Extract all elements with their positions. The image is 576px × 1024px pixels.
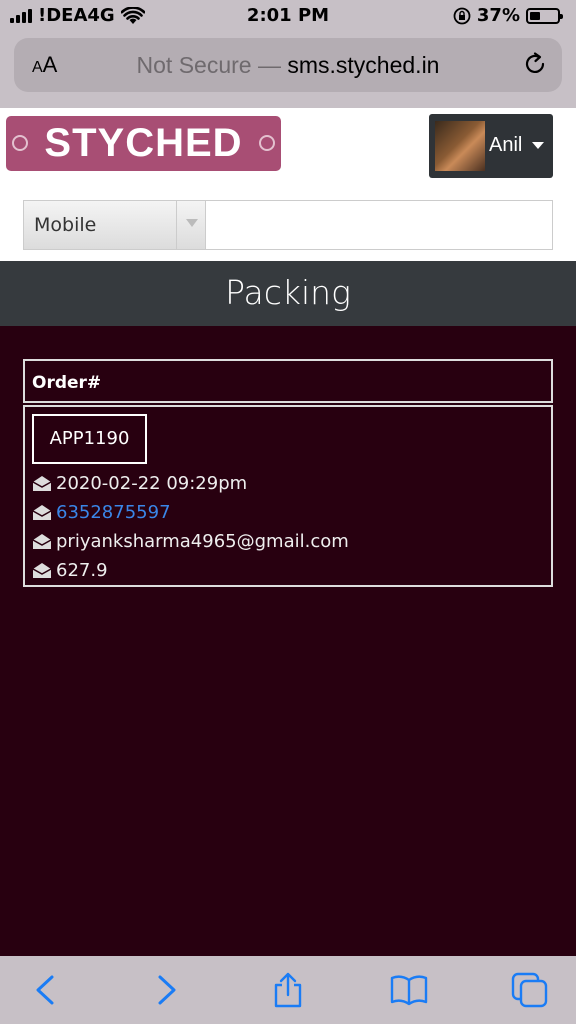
caret-down-icon — [532, 142, 544, 149]
url-host: sms.styched.in — [287, 52, 440, 78]
order-amount-row: 627.9 — [32, 560, 108, 581]
rotation-lock-icon — [453, 7, 471, 24]
battery-percent: 37% — [476, 5, 520, 26]
orders-table: Order# APP1190 2020-02-22 09:29pm 635287… — [23, 359, 553, 587]
site-header: STYCHED Anil Mobile — [0, 108, 576, 261]
page-title-bar: Packing — [0, 261, 576, 326]
back-icon[interactable] — [26, 972, 66, 1008]
not-secure-label: Not Secure — — [136, 52, 281, 78]
browser-toolbar — [0, 956, 576, 1024]
order-phone-row: 6352875597 — [32, 502, 171, 523]
search-bar: Mobile — [23, 200, 553, 250]
envelope-open-icon — [32, 505, 52, 520]
page-title: Packing — [225, 273, 351, 312]
bookmarks-icon[interactable] — [389, 972, 429, 1008]
status-right: 37% — [453, 5, 563, 26]
tabs-icon[interactable] — [510, 972, 550, 1008]
user-name: Anil — [489, 134, 523, 156]
order-id-button[interactable]: APP1190 — [32, 414, 147, 464]
order-amount: 627.9 — [56, 560, 108, 581]
table-header: Order# — [23, 359, 553, 403]
envelope-open-icon — [32, 534, 52, 549]
search-input[interactable] — [206, 201, 552, 249]
share-icon[interactable] — [268, 972, 308, 1008]
status-bar: !DEA4G 2:01 PM 37% — [0, 0, 576, 32]
user-menu-button[interactable]: Anil — [429, 114, 553, 178]
search-type-value: Mobile — [34, 214, 97, 236]
order-email: priyanksharma4965@gmail.com — [56, 531, 349, 552]
envelope-open-icon — [32, 563, 52, 578]
logo-text: STYCHED — [44, 121, 243, 165]
battery-icon — [526, 7, 563, 24]
browser-chrome: AA Not Secure — sms.styched.in — [0, 32, 576, 108]
table-row: APP1190 2020-02-22 09:29pm 6352875597 pr… — [23, 405, 553, 587]
avatar — [435, 121, 485, 171]
reload-icon[interactable] — [522, 51, 548, 77]
order-email-row: priyanksharma4965@gmail.com — [32, 531, 349, 552]
column-header-order: Order# — [32, 373, 102, 393]
forward-icon[interactable] — [146, 972, 186, 1008]
search-type-select[interactable]: Mobile — [24, 201, 206, 249]
envelope-open-icon — [32, 476, 52, 491]
order-phone-link[interactable]: 6352875597 — [56, 502, 171, 523]
logo-dot-icon — [259, 135, 275, 151]
order-datetime: 2020-02-22 09:29pm — [56, 473, 248, 494]
chevron-down-icon — [176, 201, 206, 249]
url-display[interactable]: Not Secure — sms.styched.in — [14, 52, 562, 79]
address-bar[interactable]: AA Not Secure — sms.styched.in — [14, 38, 562, 92]
brand-logo[interactable]: STYCHED — [6, 116, 281, 171]
order-datetime-row: 2020-02-22 09:29pm — [32, 473, 247, 494]
